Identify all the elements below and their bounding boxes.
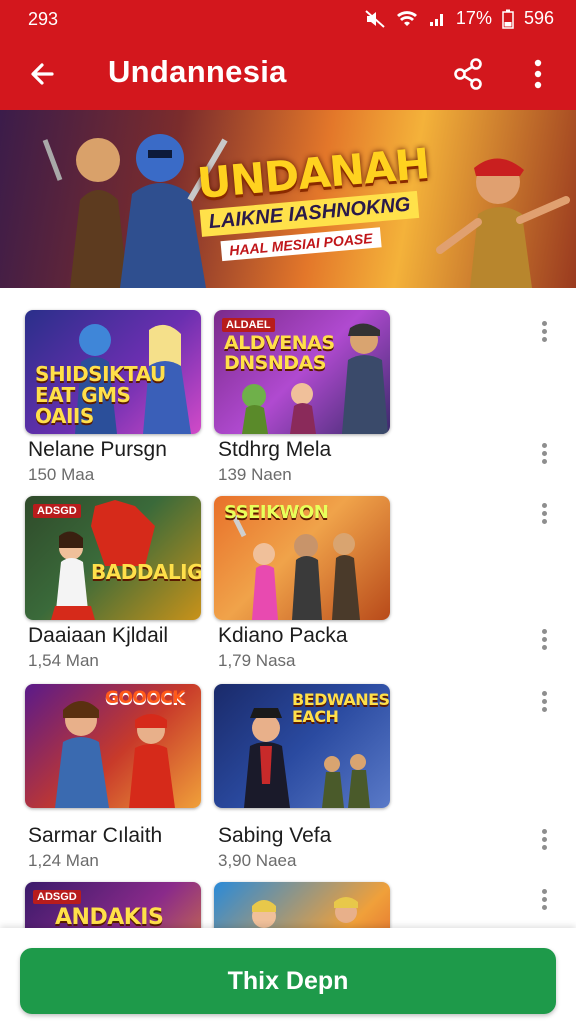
game-thumbnail[interactable]: SHIDSIKTAU EAT GMS OAIIS bbox=[25, 310, 201, 434]
thumbnail-title-art: ALDVENAS DNSNDAS bbox=[224, 332, 335, 374]
game-title[interactable]: Daaiaan Kjldail bbox=[28, 624, 168, 648]
game-thumbnail[interactable]: SSEIKWON bbox=[214, 496, 390, 620]
item-more-icon[interactable] bbox=[536, 626, 552, 656]
game-thumbnail[interactable]: GOOOCK bbox=[25, 684, 201, 808]
app-bar: Undannesia bbox=[0, 38, 576, 110]
more-vert-icon[interactable] bbox=[518, 54, 558, 94]
thumbnail-badge: ADSGD bbox=[33, 890, 81, 904]
signal-icon bbox=[429, 13, 443, 26]
game-meta: 150 Maa bbox=[28, 465, 95, 484]
primary-cta-button[interactable]: Thix Depn bbox=[20, 948, 556, 1014]
share-icon[interactable] bbox=[448, 54, 488, 94]
status-icons: 17% 596 bbox=[364, 8, 554, 29]
item-more-icon[interactable] bbox=[536, 318, 552, 348]
status-extra-text: 596 bbox=[523, 8, 554, 28]
game-meta: 1,54 Man bbox=[28, 651, 99, 670]
item-more-icon[interactable] bbox=[536, 688, 552, 718]
game-meta: 139 Naen bbox=[218, 465, 292, 484]
thumbnail-title-art: BADDALIG bbox=[91, 560, 201, 584]
wifi-icon bbox=[396, 10, 417, 26]
status-time: 293 bbox=[28, 9, 59, 29]
hero-banner[interactable]: UNDANAH LAIKNE IASHNOKNG HAAL MESIAI POA… bbox=[0, 110, 576, 288]
item-more-icon[interactable] bbox=[536, 500, 552, 530]
status-bar: 293 17% 596 bbox=[0, 0, 576, 38]
thumbnail-title-art: GOOOCK bbox=[105, 688, 185, 708]
thumbnail-art bbox=[51, 500, 155, 620]
game-thumbnail[interactable]: BEDWANES EACH bbox=[214, 684, 390, 808]
game-title[interactable]: Sarmar Cılaith bbox=[28, 824, 162, 848]
game-title[interactable]: Kdiano Packa bbox=[218, 624, 348, 648]
game-meta: 1,79 Nasa bbox=[218, 651, 296, 670]
game-title[interactable]: Stdhrg Mela bbox=[218, 438, 331, 462]
battery-icon bbox=[502, 9, 514, 29]
game-title[interactable]: Sabing Vefa bbox=[218, 824, 331, 848]
banner-tagline: HAAL MESIAI POASE bbox=[220, 227, 382, 262]
back-arrow-icon[interactable] bbox=[22, 54, 62, 94]
item-more-icon[interactable] bbox=[536, 440, 552, 470]
battery-percent: 17% bbox=[455, 8, 492, 28]
game-meta: 3,90 Naea bbox=[218, 851, 297, 870]
thumbnail-title-art: SSEIKWON bbox=[224, 502, 329, 523]
game-title[interactable]: Nelane Pursgn bbox=[28, 438, 167, 462]
page-title: Undannesia bbox=[108, 54, 287, 89]
item-more-icon[interactable] bbox=[536, 886, 552, 916]
mute-icon bbox=[365, 9, 385, 28]
item-more-icon[interactable] bbox=[536, 826, 552, 856]
game-thumbnail[interactable]: ALDAEL ALDVENAS DNSNDAS bbox=[214, 310, 390, 434]
thumbnail-title-art: ANDAKIS bbox=[55, 905, 164, 930]
game-thumbnail[interactable]: ADSGD BADDALIG bbox=[25, 496, 201, 620]
thumbnail-title-art: SHIDSIKTAU EAT GMS OAIIS bbox=[35, 362, 166, 428]
thumbnail-title-art: BEDWANES EACH bbox=[292, 690, 390, 726]
banner-title-block: UNDANAH LAIKNE IASHNOKNG HAAL MESIAI POA… bbox=[195, 137, 455, 278]
game-meta: 1,24 Man bbox=[28, 851, 99, 870]
